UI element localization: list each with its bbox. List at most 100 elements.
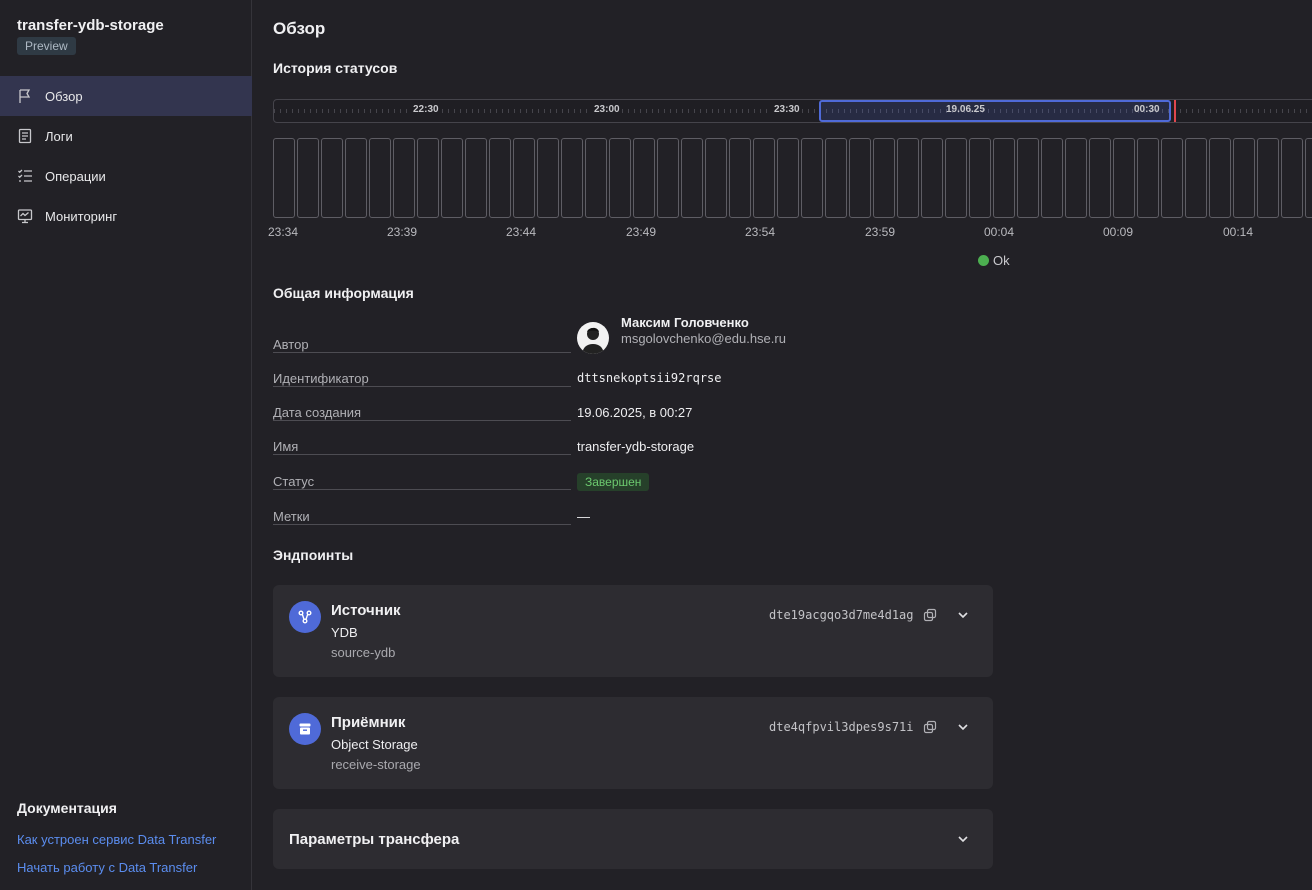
endpoints-title: Эндпоинты [273,547,354,563]
status-bar-cell[interactable] [1113,138,1135,218]
status-bar-cell[interactable] [1209,138,1231,218]
status-bar-cell[interactable] [1161,138,1183,218]
status-bar-cell[interactable] [345,138,367,218]
status-bar-cell[interactable] [657,138,679,218]
doc-link[interactable]: Как устроен сервис Data Transfer [17,826,247,854]
sidebar-item-overview[interactable]: Обзор [0,76,252,116]
status-bar-cell[interactable] [633,138,655,218]
chevron-down-icon[interactable] [955,831,971,847]
status-bar-cell[interactable] [1233,138,1255,218]
chevron-down-icon[interactable] [955,719,971,735]
copy-icon[interactable] [923,608,937,622]
chevron-down-icon[interactable] [955,607,971,623]
status-bar-cell[interactable] [441,138,463,218]
bar-axis-label: 23:39 [387,225,418,239]
status-bar-cell[interactable] [1185,138,1207,218]
status-bar-cell[interactable] [705,138,727,218]
info-label: Дата создания [273,405,368,420]
ok-dot-icon [978,255,989,266]
status-bar-cell[interactable] [513,138,535,218]
status-bar-cell[interactable] [273,138,295,218]
status-bar-cell[interactable] [681,138,703,218]
timeline-label: 23:00 [592,104,622,115]
bar-axis-label: 23:34 [268,225,299,239]
author-name: Максим Головченко [621,315,749,330]
status-bar-cell[interactable] [1305,138,1312,218]
info-row-status: Статус Завершен [273,473,973,494]
sidebar-item-operations[interactable]: Операции [0,156,252,196]
status-badge: Завершен [577,473,650,491]
status-bar-cell[interactable] [777,138,799,218]
status-bar-cell[interactable] [297,138,319,218]
timeline-selection[interactable] [819,100,1171,122]
doc-link[interactable]: Начать работу с Data Transfer [17,854,247,882]
status-bar-cell[interactable] [753,138,775,218]
target-name: receive-storage [331,757,421,772]
sidebar-item-label: Операции [45,168,106,184]
author-email: msgolovchenko@edu.hse.ru [621,331,786,346]
target-id: dte4qfpvil3dpes9s71i [769,720,914,734]
status-bar-cell[interactable] [561,138,583,218]
log-icon [18,128,32,144]
status-bar-cell[interactable] [1137,138,1159,218]
timeline-label: 23:30 [772,104,802,115]
target-endpoint-card[interactable]: Приёмник Object Storage receive-storage … [273,697,993,789]
status-bar-cell[interactable] [1089,138,1111,218]
info-row-name: Имя transfer-ydb-storage [273,439,973,459]
legend-ok-label: Ok [993,253,1010,268]
status-bar-cell[interactable] [393,138,415,218]
source-endpoint-card[interactable]: Источник YDB source-ydb dte19acgqo3d7me4… [273,585,993,677]
general-info-title: Общая информация [273,285,414,301]
status-bar-cell[interactable] [1041,138,1063,218]
name-value: transfer-ydb-storage [577,439,695,454]
sidebar-item-logs[interactable]: Логи [0,116,252,156]
bar-axis-label: 23:54 [745,225,776,239]
status-bar-cell[interactable] [609,138,631,218]
target-type: Object Storage [331,737,418,752]
bar-axis-label: 00:14 [1223,225,1254,239]
timeline-label: 00:30 [1134,104,1160,115]
docs-section: Документация Как устроен сервис Data Tra… [17,800,247,882]
status-bar-cell[interactable] [801,138,823,218]
bar-axis-label: 23:44 [506,225,537,239]
status-bar-cell[interactable] [1017,138,1039,218]
sidebar-nav: Обзор Логи Операции Мониторинг [0,76,252,236]
status-bar-cell[interactable] [465,138,487,218]
timeline-navigator[interactable]: 22:30 23:00 23:30 19.06.25 00:30 [273,99,1312,123]
info-row-tags: Метки — [273,509,973,529]
sidebar-item-label: Обзор [45,88,83,104]
status-bar-cell[interactable] [825,138,847,218]
status-bar-cell[interactable] [489,138,511,218]
status-bar-cell[interactable] [321,138,343,218]
status-bar-cell[interactable] [969,138,991,218]
status-bar-cell[interactable] [1065,138,1087,218]
bar-axis-label: 23:59 [865,225,896,239]
status-bar-cell[interactable] [873,138,895,218]
copy-icon[interactable] [923,720,937,734]
target-title: Приёмник [331,714,406,731]
sidebar: transfer-ydb-storage Preview Обзор Логи … [0,0,252,890]
status-bar-cell[interactable] [945,138,967,218]
status-bar-cell[interactable] [369,138,391,218]
status-bar-cell[interactable] [729,138,751,218]
info-label: Имя [273,439,305,454]
transfer-params-title: Параметры трансфера [289,831,460,848]
status-bar-cell[interactable] [537,138,559,218]
status-bar-cell[interactable] [897,138,919,218]
status-bar-cell[interactable] [417,138,439,218]
status-bar-cell[interactable] [1281,138,1303,218]
main-content: Обзор История статусов 22:30 23:00 23:30… [253,0,1312,890]
status-history-title: История статусов [273,60,398,76]
status-bar-cell[interactable] [849,138,871,218]
sidebar-item-label: Логи [45,128,73,144]
status-bar-cell[interactable] [1257,138,1279,218]
status-bar-cell[interactable] [585,138,607,218]
sidebar-item-monitoring[interactable]: Мониторинг [0,196,252,236]
status-bar-cell[interactable] [921,138,943,218]
tags-value: — [577,509,590,524]
status-bar-cell[interactable] [993,138,1015,218]
info-row-id: Идентификатор dttsnekoptsii92rqrse [273,371,973,391]
info-label: Метки [273,509,316,524]
info-label: Идентификатор [273,371,375,386]
transfer-params-card[interactable]: Параметры трансфера [273,809,993,869]
